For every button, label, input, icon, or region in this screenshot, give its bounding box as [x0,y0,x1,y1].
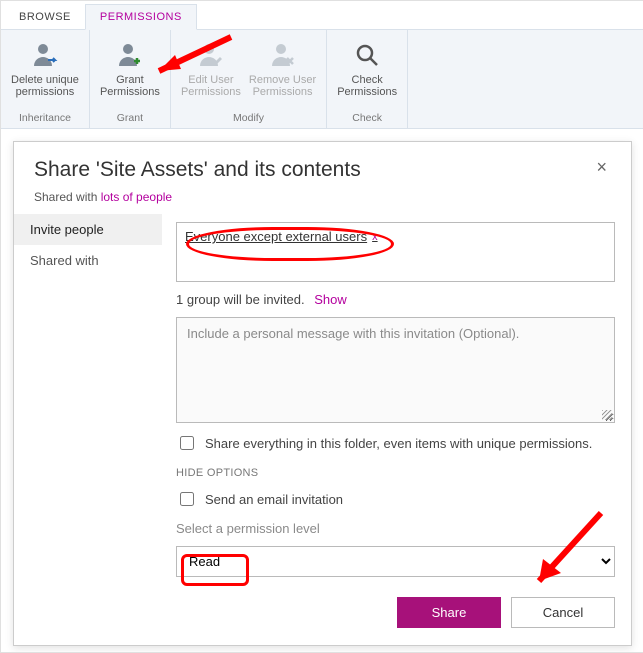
share-everything-checkbox[interactable] [180,436,194,450]
ribbon-group-label: Modify [233,110,264,126]
ribbon-group-label: Check [352,110,382,126]
shared-with-link[interactable]: lots of people [101,190,172,204]
dialog-title: Share 'Site Assets' and its contents [34,158,361,182]
share-everything-row[interactable]: Share everything in this folder, even it… [176,433,615,453]
shared-with-prefix: Shared with [34,190,101,204]
tab-permissions[interactable]: PERMISSIONS [85,4,197,30]
user-arrow-icon [30,38,60,72]
ribbon-group-label: Grant [117,110,143,126]
ribbon: Delete unique permissions Inheritance Gr… [1,30,643,129]
ribbon-group-grant: Grant Permissions Grant [90,30,171,128]
ribbon-group-inheritance: Delete unique permissions Inheritance [1,30,90,128]
personal-message-input[interactable]: Include a personal message with this inv… [176,317,615,423]
tab-browse[interactable]: BROWSE [5,5,85,29]
invite-status: 1 group will be invited. Show [176,292,615,307]
share-everything-label: Share everything in this folder, even it… [205,436,592,451]
check-permissions-button[interactable]: Check Permissions [333,34,401,98]
invite-status-text: 1 group will be invited. [176,292,305,307]
ribbon-tabstrip: BROWSE PERMISSIONS [1,1,643,30]
grant-permissions-button[interactable]: Grant Permissions [96,34,164,98]
ribbon-btn-label: Delete unique permissions [11,74,79,98]
send-email-checkbox[interactable] [180,492,194,506]
delete-unique-permissions-button[interactable]: Delete unique permissions [7,34,83,98]
cancel-button[interactable]: Cancel [511,597,615,628]
ribbon-btn-label: Remove User Permissions [249,74,316,98]
ribbon-group-check: Check Permissions Check [327,30,408,128]
ribbon-group-modify: Edit User Permissions Remove User Permis… [171,30,327,128]
people-chip[interactable]: Everyone except external users x [185,229,378,244]
send-email-label: Send an email invitation [205,492,343,507]
remove-user-permissions-button: Remove User Permissions [245,34,320,98]
ribbon-group-label: Inheritance [19,110,71,126]
close-button[interactable]: × [592,158,611,176]
magnifier-icon [352,38,382,72]
people-chip-label: Everyone except external users [185,229,367,244]
share-button[interactable]: Share [397,597,501,628]
hide-options-link[interactable]: HIDE OPTIONS [176,467,615,479]
people-picker[interactable]: Everyone except external users x [176,222,615,282]
dialog-left-nav: Invite people Shared with [14,214,162,631]
nav-invite-people[interactable]: Invite people [14,214,162,245]
user-pencil-icon [196,38,226,72]
ribbon-btn-label: Edit User Permissions [181,74,241,98]
chip-remove-icon[interactable]: x [372,231,378,243]
edit-user-permissions-button: Edit User Permissions [177,34,245,98]
shared-with-line: Shared with lots of people [14,186,631,214]
permission-level-label: Select a permission level [176,521,615,536]
nav-shared-with[interactable]: Shared with [14,245,162,276]
send-email-row[interactable]: Send an email invitation [176,489,615,509]
dialog-right-pane: Everyone except external users x 1 group… [162,214,631,631]
status-show-link[interactable]: Show [314,292,347,307]
ribbon-btn-label: Check Permissions [337,74,397,98]
user-plus-icon [115,38,145,72]
user-x-icon [268,38,298,72]
permission-level-select[interactable]: Read [176,546,615,577]
share-dialog: Share 'Site Assets' and its contents × S… [13,141,632,646]
ribbon-btn-label: Grant Permissions [100,74,160,98]
